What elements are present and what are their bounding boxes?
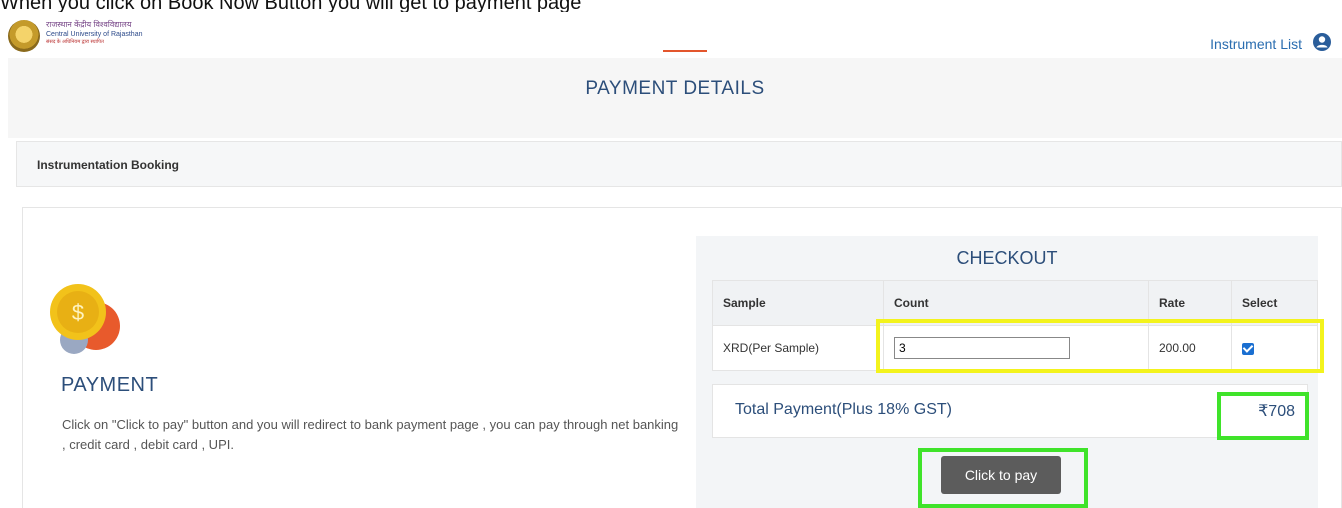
booking-label: Instrumentation Booking [37, 158, 179, 172]
checkout-table: Sample Count Rate Select XRD(Per Sample)… [712, 280, 1318, 371]
total-payment-amount: ₹708 [1258, 403, 1295, 420]
title-underline [663, 50, 707, 52]
total-payment-label: Total Payment(Plus 18% GST) [735, 401, 952, 418]
select-checkbox[interactable] [1242, 342, 1254, 355]
coin-icon: $ [50, 284, 120, 354]
column-header-sample: Sample [712, 280, 884, 326]
column-header-count: Count [883, 280, 1149, 326]
instrument-list-link[interactable]: Instrument List [1210, 36, 1302, 52]
total-payment-row: Total Payment(Plus 18% GST) ₹708 [712, 384, 1308, 438]
page-header: PAYMENT DETAILS [8, 58, 1342, 138]
logo-text: राजस्थान केंद्रीय विश्वविद्यालय Central … [46, 20, 176, 46]
user-circle-icon[interactable] [1312, 32, 1332, 52]
table-row: XRD(Per Sample) 200.00 [712, 325, 1318, 371]
sample-cell: XRD(Per Sample) [712, 325, 884, 371]
column-header-select: Select [1231, 280, 1318, 326]
count-input[interactable] [894, 337, 1070, 359]
column-header-rate: Rate [1148, 280, 1232, 326]
checkout-panel: CHECKOUT Sample Count Rate Select XRD(Pe… [696, 236, 1318, 508]
coin-symbol: $ [72, 300, 84, 325]
rate-cell: 200.00 [1148, 325, 1232, 371]
university-logo[interactable]: राजस्थान केंद्रीय विश्वविद्यालय Central … [8, 20, 178, 58]
table-header-row: Sample Count Rate Select [712, 280, 1318, 326]
booking-section-header: Instrumentation Booking [16, 141, 1342, 187]
click-to-pay-button[interactable]: Click to pay [941, 456, 1061, 494]
university-emblem-icon [8, 20, 40, 52]
payment-description: Click on "Click to pay" button and you w… [62, 417, 679, 452]
logo-english-name: Central University of Rajasthan [46, 31, 143, 38]
page-title: PAYMENT DETAILS [585, 78, 765, 99]
payment-heading: PAYMENT [61, 374, 159, 396]
logo-tagline: संसद के अधिनियम द्वारा स्थापित [46, 39, 104, 45]
checkout-title: CHECKOUT [956, 248, 1058, 268]
select-cell [1231, 325, 1318, 371]
logo-hindi-name: राजस्थान केंद्रीय विश्वविद्यालय [46, 20, 132, 29]
count-cell [883, 325, 1149, 371]
